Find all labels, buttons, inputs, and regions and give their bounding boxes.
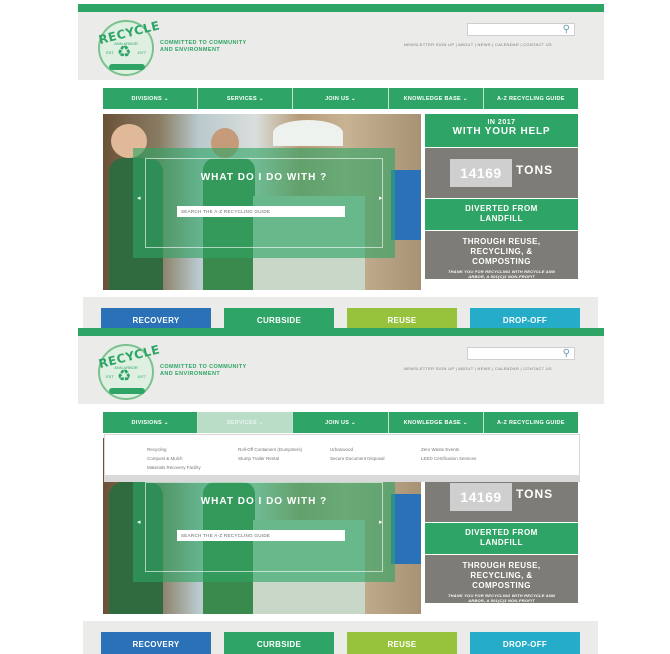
nav-az-guide[interactable]: A-Z RECYCLING GUIDE <box>484 88 578 109</box>
services-dropdown: Recycling Compost & Mulch Materials Reco… <box>104 434 580 482</box>
search-input[interactable]: ⚲ <box>467 23 575 36</box>
tile-drop-off[interactable]: DROP-OFF <box>470 632 580 654</box>
site-header: RECYCLE ANN ARBOR EST 1977 ♻ COMMITTED T… <box>78 336 604 404</box>
chevron-down-icon: ⌄ <box>163 95 169 102</box>
tons-counter: 14169 <box>450 159 512 187</box>
dropdown-col-1: Recycling Compost & Mulch Materials Reco… <box>147 445 201 472</box>
hero-question: WHAT DO I DO WITH ? <box>200 172 328 183</box>
chevron-down-icon: ⌄ <box>258 95 264 102</box>
logo-ribbon <box>109 388 145 394</box>
menu-item-compost[interactable]: Compost & Mulch <box>147 454 201 463</box>
screenshot-services-menu: RECYCLE ANN ARBOR EST 1977 ♻ COMMITTED T… <box>0 328 670 654</box>
site-header: RECYCLE ANN ARBOR EST 1977 ♻ COMMITTED T… <box>78 12 604 80</box>
menu-item-document-disposal[interactable]: Secure Document Disposal <box>330 454 385 463</box>
menu-item-roll-off[interactable]: Roll-Off Containers (Dumpsters) <box>238 445 302 454</box>
tile-curbside[interactable]: CURBSIDE <box>224 632 334 654</box>
nav-join-us[interactable]: JOIN US ⌄ <box>293 88 389 109</box>
chevron-down-icon: ⌄ <box>351 95 356 102</box>
screenshot-home: RECYCLE ANN ARBOR EST 1977 ♻ COMMITTED T… <box>0 4 670 330</box>
recycle-logo[interactable]: RECYCLE ANN ARBOR EST 1977 ♻ <box>97 18 161 76</box>
hero-question: WHAT DO I DO WITH ? <box>200 496 328 507</box>
chevron-down-icon: ⌄ <box>462 419 468 426</box>
search-input[interactable]: ⚲ <box>467 347 575 360</box>
nav-knowledge-base[interactable]: KNOWLEDGE BASE ⌄ <box>389 412 484 433</box>
tagline: COMMITTED TO COMMUNITY AND ENVIRONMENT <box>160 364 247 377</box>
dropdown-col-3: Urbanwood Secure Document Disposal <box>330 445 385 463</box>
nav-divisions[interactable]: DIVISIONS ⌄ <box>103 88 199 109</box>
search-icon[interactable]: ⚲ <box>563 348 570 359</box>
az-search-input[interactable]: SEARCH THE A-Z RECYCLING GUIDE <box>177 530 345 541</box>
top-accent-bar <box>78 328 604 336</box>
arrow-left-icon[interactable]: ◂ <box>137 194 141 202</box>
main-nav: DIVISIONS ⌄ SERVICES ⌄ JOIN US ⌄ KNOWLED… <box>103 412 578 433</box>
recycle-logo[interactable]: RECYCLE ANN ARBOR EST 1977 ♻ <box>97 342 161 400</box>
main-nav: DIVISIONS ⌄ SERVICES ⌄ JOIN US ⌄ KNOWLED… <box>103 88 578 109</box>
top-accent-bar <box>78 4 604 12</box>
tile-reuse[interactable]: REUSE <box>347 308 457 330</box>
tile-reuse[interactable]: REUSE <box>347 632 457 654</box>
menu-item-leed[interactable]: LEED Certification Services <box>421 454 476 463</box>
hero-image: WHAT DO I DO WITH ? SEARCH THE A-Z RECYC… <box>103 114 421 290</box>
nav-az-guide[interactable]: A-Z RECYCLING GUIDE <box>484 412 578 433</box>
menu-item-mrf[interactable]: Materials Recovery Facility <box>147 463 201 472</box>
chevron-down-icon: ⌄ <box>258 419 264 426</box>
menu-item-stump-trailer[interactable]: Stump Trailer Rental <box>238 454 302 463</box>
nav-join-us[interactable]: JOIN US ⌄ <box>293 412 389 433</box>
search-icon[interactable]: ⚲ <box>563 24 570 35</box>
dropdown-col-4: Zero Waste Events LEED Certification Ser… <box>421 445 476 463</box>
tons-counter: 14169 <box>450 483 512 511</box>
nav-knowledge-base[interactable]: KNOWLEDGE BASE ⌄ <box>389 88 484 109</box>
utility-links[interactable]: NEWSLETTER SIGN UP | ABOUT | NEWS | CALE… <box>404 42 552 47</box>
az-search-input[interactable]: SEARCH THE A-Z RECYCLING GUIDE <box>177 206 345 217</box>
nav-services[interactable]: SERVICES ⌄ <box>198 412 294 433</box>
menu-item-zero-waste[interactable]: Zero Waste Events <box>421 445 476 454</box>
arrow-right-icon[interactable]: ▸ <box>379 518 383 526</box>
dropdown-col-2: Roll-Off Containers (Dumpsters) Stump Tr… <box>238 445 302 463</box>
tile-recovery[interactable]: RECOVERY <box>101 308 211 330</box>
logo-ribbon <box>109 64 145 70</box>
chevron-down-icon: ⌄ <box>351 419 356 426</box>
nav-divisions[interactable]: DIVISIONS ⌄ <box>103 412 199 433</box>
arrow-right-icon[interactable]: ▸ <box>379 194 383 202</box>
tile-drop-off[interactable]: DROP-OFF <box>470 308 580 330</box>
menu-item-urbanwood[interactable]: Urbanwood <box>330 445 385 454</box>
chevron-down-icon: ⌄ <box>163 419 169 426</box>
tile-curbside[interactable]: CURBSIDE <box>224 308 334 330</box>
tile-recovery[interactable]: RECOVERY <box>101 632 211 654</box>
menu-item-recycling[interactable]: Recycling <box>147 445 201 454</box>
nav-services[interactable]: SERVICES ⌄ <box>198 88 294 109</box>
arrow-left-icon[interactable]: ◂ <box>137 518 141 526</box>
tagline: COMMITTED TO COMMUNITY AND ENVIRONMENT <box>160 40 247 53</box>
chevron-down-icon: ⌄ <box>462 95 468 102</box>
utility-links[interactable]: NEWSLETTER SIGN UP | ABOUT | NEWS | CALE… <box>404 366 552 371</box>
recycle-arrows-icon: ♻ <box>117 368 132 385</box>
dropdown-footer-bar <box>105 475 579 481</box>
recycle-arrows-icon: ♻ <box>117 44 132 61</box>
